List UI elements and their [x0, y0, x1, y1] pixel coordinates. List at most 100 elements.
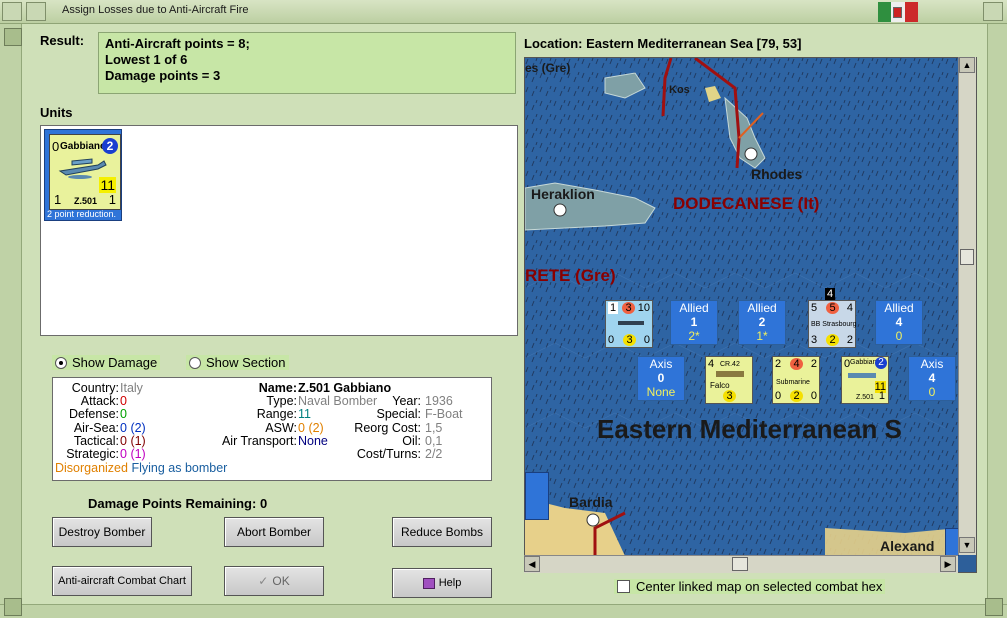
gab-b: 1	[878, 390, 885, 402]
axis-stack-0[interactable]: Axis 0 None	[637, 356, 685, 401]
center-linked-map-checkbox[interactable]: Center linked map on selected combat hex	[614, 579, 886, 594]
horizontal-scroll-thumb[interactable]	[732, 557, 748, 571]
defense-label: Defense:	[68, 407, 119, 422]
result-line-1: Anti-Aircraft points = 8;	[105, 36, 250, 51]
map-label-heraklion: Heraklion	[531, 186, 595, 202]
unit-card-gabbiano[interactable]: 0 Gabbiano 2 11 1 Z.501 1 2 point reduct…	[44, 129, 122, 221]
italy-flag-icon	[878, 2, 918, 22]
radio-dot	[189, 356, 201, 369]
unit-name: Gabbiano	[60, 141, 107, 152]
axis-4-num: 4	[928, 371, 936, 385]
map-vertical-scrollbar[interactable]: ▲ ▼	[958, 57, 976, 555]
partial-unit-counter-left[interactable]	[525, 472, 549, 520]
falco-name: CR.42	[720, 361, 740, 368]
ok-label: OK	[272, 574, 290, 588]
strasbourg-top: 4	[825, 288, 836, 300]
sub-a: 2	[775, 358, 782, 370]
reduce-bombs-button[interactable]: Reduce Bombs	[392, 517, 492, 547]
help-button[interactable]: Help	[392, 568, 492, 598]
status-flying: Flying as bomber	[131, 461, 228, 475]
system-menu-button-2[interactable]	[26, 2, 46, 21]
strategic-paren: (1)	[130, 447, 146, 462]
sub-b: 4	[790, 358, 803, 370]
abort-bomber-button[interactable]: Abort Bomber	[224, 517, 324, 547]
destroy-bomber-button[interactable]: Destroy Bomber	[52, 517, 152, 547]
allied-stack-1[interactable]: Allied 1 2*	[670, 300, 718, 345]
map-view[interactable]: es (Gre) Kos Rhodes Heraklion DODECANESE…	[524, 57, 977, 573]
system-menu-button[interactable]	[2, 2, 22, 21]
show-section-label: Show Section	[206, 355, 286, 370]
checkbox-box[interactable]	[617, 580, 630, 593]
map-label-sea: Eastern Mediterranean S	[597, 414, 902, 444]
reorg-label: Reorg Cost:	[354, 420, 421, 435]
frame-bottom	[0, 604, 1007, 618]
map-label-rhodes: Rhodes	[751, 166, 803, 182]
air-sea-label: Air-Sea:	[73, 420, 119, 435]
close-window-button[interactable]	[983, 2, 1003, 21]
reorg-value: 1,5	[425, 420, 443, 435]
fighter-icon	[716, 371, 744, 377]
ship1-d: 0	[608, 334, 615, 346]
allied-2-num: 2	[758, 315, 766, 329]
damage-remaining-label: Damage Points Remaining:	[88, 496, 257, 511]
special-value: F-Boat	[425, 407, 463, 422]
ship1-b: 3	[622, 302, 635, 314]
map-label-kos: Kos	[669, 84, 690, 96]
gab-model: Z.501	[856, 394, 874, 401]
map-label-gre-top: es (Gre)	[525, 61, 571, 75]
vertical-scroll-thumb[interactable]	[960, 249, 974, 265]
port-heraklion-icon	[553, 203, 567, 217]
scroll-down-button[interactable]: ▼	[959, 537, 975, 553]
result-line-3: Damage points = 3	[105, 68, 221, 83]
unit-bottom-left: 1	[54, 192, 62, 207]
allied-2-sub: 1*	[756, 329, 768, 343]
submarine-counter[interactable]: 2 4 2 Submarine 0 2 0	[772, 356, 820, 404]
damage-remaining: Damage Points Remaining: 0	[88, 496, 267, 511]
abort-bomber-label: Abort Bomber	[236, 525, 312, 539]
allied-stack-2[interactable]: Allied 2 1*	[738, 300, 786, 345]
checkmark-icon: ✓	[258, 574, 269, 588]
gabbiano-map-counter[interactable]: 0 Gabbiano 2 11 Z.501 1	[841, 356, 889, 404]
units-list[interactable]: 0 Gabbiano 2 11 1 Z.501 1 2 point reduct…	[40, 125, 518, 336]
falco-counter[interactable]: 4 CR.42 Falco 3	[705, 356, 753, 404]
aa-combat-chart-button[interactable]: Anti-aircraft Combat Chart	[52, 566, 192, 596]
gab-plane-icon	[848, 373, 876, 378]
port-rhodes-icon	[744, 147, 758, 161]
allied-stack-4[interactable]: Allied 4 0	[875, 300, 923, 345]
scroll-up-button[interactable]: ▲	[959, 57, 975, 73]
ok-button[interactable]: ✓ OK	[224, 566, 324, 596]
unit-note: 2 point reduction.	[47, 209, 117, 219]
unit-strength-circle: 2	[102, 138, 118, 154]
sub-e: 2	[790, 390, 803, 402]
allied-4-sub: 0	[895, 329, 903, 343]
map-label-crete: RETE (Gre)	[525, 266, 616, 285]
falco-b: 3	[723, 390, 736, 402]
location-label: Location:	[524, 36, 583, 51]
map-horizontal-scrollbar[interactable]: ◀ ▶	[524, 555, 958, 573]
show-section-radio[interactable]: Show Section	[186, 355, 289, 370]
corner-ornament-bl	[4, 598, 22, 616]
axis-stack-4[interactable]: Axis 4 0	[908, 356, 956, 401]
partial-unit-counter-right[interactable]	[945, 528, 959, 556]
scroll-right-button[interactable]: ▶	[940, 556, 956, 572]
center-linked-map-label: Center linked map on selected combat hex	[636, 579, 883, 594]
unit-counter: 0 Gabbiano 2 11 1 Z.501 1	[49, 134, 121, 210]
ship1-c: 10	[637, 302, 650, 314]
asw-paren: (2)	[308, 420, 324, 435]
asw-label: ASW:	[265, 420, 297, 435]
cost-label: Cost/Turns:	[356, 447, 421, 462]
strasbourg-counter[interactable]: 5 5 4 BB Strasbourg 3 2 2	[808, 300, 857, 348]
scroll-left-button[interactable]: ◀	[524, 556, 540, 572]
allied-ship-counter[interactable]: 1 3 10 0 3 0	[605, 300, 653, 348]
strasbourg-c: 4	[846, 302, 853, 314]
map-label-alexandria: Alexand	[880, 538, 935, 554]
axis-0-sub: None	[646, 385, 676, 399]
show-damage-radio[interactable]: Show Damage	[52, 355, 161, 370]
unit-big-value: 11	[99, 177, 116, 193]
frame-right	[987, 24, 1007, 618]
sub-name: Submarine	[776, 379, 810, 386]
status-disorganized: Disorganized	[55, 461, 128, 475]
strasbourg-f: 2	[846, 334, 853, 346]
strasbourg-b: 5	[826, 302, 839, 314]
gab-circle: 2	[875, 357, 887, 369]
